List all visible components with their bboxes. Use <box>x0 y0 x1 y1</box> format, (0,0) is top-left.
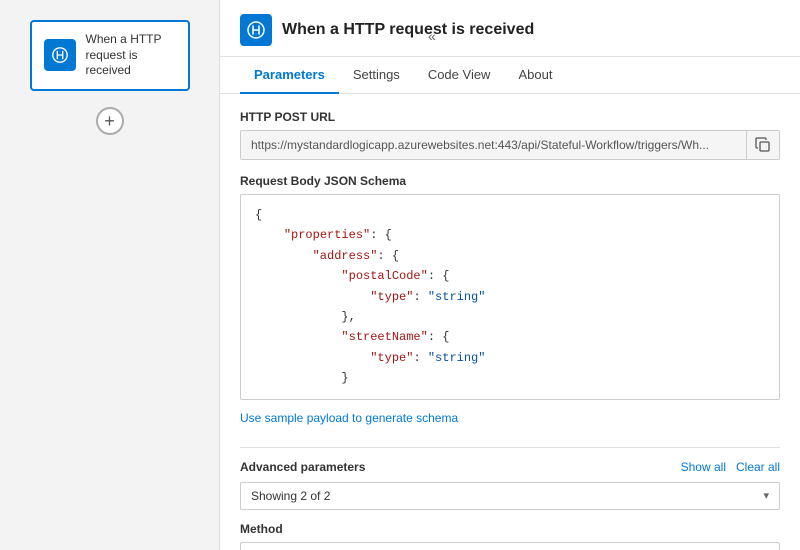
method-clear-button[interactable]: ✕ <box>746 543 779 550</box>
copy-icon <box>755 137 771 153</box>
collapse-arrow[interactable]: « <box>428 28 436 44</box>
trigger-card-icon <box>44 39 76 71</box>
right-panel: When a HTTP request is received Paramete… <box>220 0 800 550</box>
trigger-card[interactable]: When a HTTP request is received <box>30 20 190 91</box>
method-value: GET <box>241 545 724 550</box>
header-http-icon <box>246 20 266 40</box>
method-label: Method <box>240 522 780 536</box>
panel-content: HTTP POST URL https://mystandardlogicapp… <box>220 94 800 550</box>
copy-url-button[interactable] <box>746 131 779 159</box>
dropdown-value: Showing 2 of 2 <box>251 489 763 503</box>
advanced-params-label: Advanced parameters <box>240 460 365 474</box>
show-all-button[interactable]: Show all <box>681 460 726 474</box>
add-step-button[interactable]: + <box>96 107 124 135</box>
http-post-url-value: https://mystandardlogicapp.azurewebsites… <box>241 131 746 159</box>
sample-payload-link[interactable]: Use sample payload to generate schema <box>240 411 458 425</box>
divider <box>240 447 780 448</box>
method-field: GET ▾ ✕ <box>240 542 780 550</box>
panel-header-title: When a HTTP request is received <box>282 21 534 39</box>
tab-parameters[interactable]: Parameters <box>240 57 339 94</box>
panel-header: When a HTTP request is received <box>220 0 800 57</box>
http-post-url-field: https://mystandardlogicapp.azurewebsites… <box>240 130 780 160</box>
panel-header-icon <box>240 14 272 46</box>
http-post-url-label: HTTP POST URL <box>240 110 780 124</box>
left-panel: When a HTTP request is received + <box>0 0 220 550</box>
method-dropdown-arrow[interactable]: ▾ <box>724 546 746 550</box>
schema-label: Request Body JSON Schema <box>240 174 780 188</box>
add-step-container: + <box>96 107 124 135</box>
clear-all-button[interactable]: Clear all <box>736 460 780 474</box>
advanced-params-row: Advanced parameters Show all Clear all <box>240 460 780 474</box>
advanced-params-dropdown[interactable]: Showing 2 of 2 ▾ <box>240 482 780 510</box>
trigger-label: When a HTTP request is received <box>86 32 176 79</box>
tab-about[interactable]: About <box>504 57 566 94</box>
json-schema-editor[interactable]: { "properties": { "address": { "postalCo… <box>240 194 780 400</box>
tabs-container: Parameters Settings Code View About <box>220 57 800 94</box>
chevron-down-icon: ▾ <box>763 489 769 502</box>
http-trigger-icon <box>51 46 69 64</box>
advanced-links: Show all Clear all <box>681 460 780 474</box>
tab-code-view[interactable]: Code View <box>414 57 505 94</box>
tab-settings[interactable]: Settings <box>339 57 414 94</box>
